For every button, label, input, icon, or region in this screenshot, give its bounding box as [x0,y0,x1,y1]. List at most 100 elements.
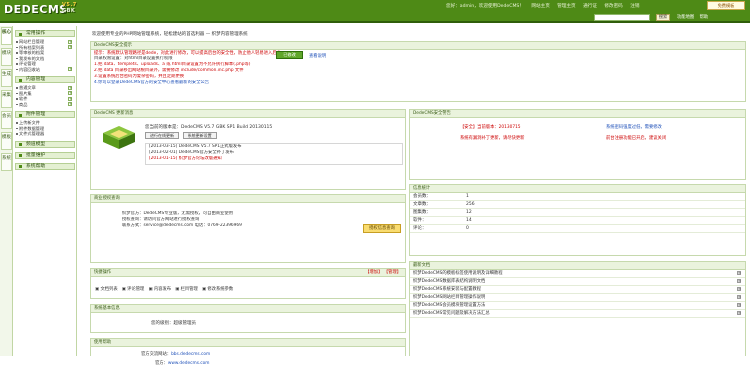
tab-collect[interactable]: 采集 [1,90,12,108]
tab-modules[interactable]: 模块 [1,48,12,66]
sidebar-item-label: 内容回收站 [19,66,40,72]
doc-row[interactable]: 织梦DedeCMS常见问题及解决方法汇总 ≡ [410,310,745,318]
usage-label: 官方： [155,361,168,366]
sidebar-item-label: 软件 [19,96,28,101]
update-settings-button[interactable]: 系统更新设置 [182,132,217,139]
sidebar-item-label: 评论管理 [19,61,36,66]
plus-icon[interactable]: + [68,45,72,49]
quick-item-label: 评论管理 [127,287,145,292]
tab-templates[interactable]: 模板 [1,132,12,150]
module-tabs: 核心 模块 生成 采集 会员 模板 系统 [0,26,13,356]
edit-icon[interactable]: ≡ [737,295,741,299]
edit-icon[interactable]: ≡ [737,287,741,291]
business-line: 联系方式：service@dedecms.com 电话：0769-2239696… [122,223,242,228]
security-warn-right-bottom[interactable]: 前台注册功能已开启，建议关闭 [606,135,666,141]
modified-button[interactable]: 已修改 [276,51,303,59]
free-template-button[interactable]: 免费模板 [707,1,745,10]
security-warn-left-top[interactable]: 【安全】当前版本：20130715 [460,124,521,130]
quick-item-label: 内容发布 [153,287,172,292]
quick-doc-list[interactable]: ▣ 文档列表 [95,287,118,292]
tab-system[interactable]: 系统 [1,153,12,171]
usage-row: 官方交流网站：bbs.dedecms.com [141,351,210,357]
plus-icon[interactable]: + [68,39,72,44]
doc-title[interactable]: 织梦DedeCMS网站栏目管理操作说明 [413,295,485,300]
quick-categories[interactable]: ▣ 栏目管理 [175,287,198,292]
edit-icon[interactable]: ≡ [737,303,741,307]
online-update-button[interactable]: 进行在线更新 [145,132,179,139]
tab-generate[interactable]: 生成 [1,69,12,87]
business-panel: 商业授权查询 织梦官方：DedeCMS专业版，无需授权，可自由商业使用 授权查询… [90,194,406,263]
tab-core[interactable]: 核心 [1,27,12,45]
nav-logout[interactable]: 注销 [630,4,639,9]
security-warn-left-bottom[interactable]: 系统有漏洞补丁更新，请尽快更新 [460,135,524,141]
doc-row[interactable]: 织梦DedeCMS网站栏目管理操作说明 ≡ [410,294,745,302]
stat-value: 256 [466,202,475,207]
stat-label: 文章数： [413,202,431,207]
plus-icon[interactable]: + [68,85,72,90]
update-info-panel: DedeCMS 更新消息 您当前的版本是：DedeCMS V5.7 GBK SP… [90,109,406,190]
sidebar-item-label: 普通文章 [19,85,36,90]
sidebar-section-help[interactable]: 系统帮助 [15,162,75,170]
nav-admin-home[interactable]: 管理主页 [557,4,575,9]
sidebar-item-recycle[interactable]: 内容回收站 + [14,67,76,73]
quick-system-params[interactable]: ▣ 修改系统参数 [202,287,233,292]
official-link[interactable]: www.dedecms.com [168,361,210,366]
sidebar-section-batch[interactable]: 批量维护 [15,151,75,159]
doc-title[interactable]: 织梦DedeCMS会员模块管理设置方法 [413,303,485,308]
view-instructions-link[interactable]: 查看说明 [309,53,326,59]
nav-site-home[interactable]: 网站主页 [531,4,549,9]
welcome-user: 您好：admin，欢迎使用DedeCMS！ [446,4,524,9]
plus-icon[interactable]: + [68,96,72,101]
sidebar-section-common[interactable]: 常用操作 [15,30,75,37]
quick-actions-label: 快捷操作 [94,270,112,275]
update-buttons: 进行在线更新 系统更新设置 [145,132,219,139]
function-map-link[interactable]: 功能地图 [677,15,694,20]
business-text: 织梦官方：DedeCMS专业版，无需授权，可自由商业使用 授权查询：请访问官方网… [119,211,359,229]
doc-row[interactable]: 织梦DedeCMS会员模块管理设置方法 ≡ [410,302,745,310]
sidebar-item-label: 所有档案列表 [19,44,45,50]
edit-icon[interactable]: ≡ [737,271,741,275]
doc-row[interactable]: 织梦DedeCMS的模板标签使用说明及详细教程 ≡ [410,270,745,278]
quick-actions-title: 快捷操作 【增加】 【管理】 [91,269,405,277]
sidebar-item-label: 等审核的档案 [19,50,45,55]
news-item[interactable]: [2013-01-15] 织梦官方论坛改版通知 [146,156,402,162]
sidebar-item-file-manager[interactable]: 文件式管理器 [14,131,76,137]
nav-change-password[interactable]: 修改密码 [604,4,622,9]
manage-link[interactable]: 【管理】 [384,270,401,275]
quick-comments[interactable]: ▣ 评论管理 [122,287,145,292]
plus-icon[interactable]: + [68,91,72,95]
search-input[interactable] [594,14,650,21]
dedecms-logo[interactable]: DEDECMS V5.7 GBK [4,3,76,17]
edit-icon[interactable]: ≡ [737,311,741,315]
add-link[interactable]: 【增加】 [365,270,382,275]
stat-value: 14 [466,218,472,223]
quick-publish[interactable]: ▣ 内容发布 [148,287,171,292]
system-info-panel: 系统基本信息 您的级别：超级管理员 [90,304,406,333]
user-level-value: 超级管理员 [173,321,197,326]
sidebar-section-channels[interactable]: 频道模型 [15,140,75,148]
usage-row: 官方：www.dedecms.com [155,360,209,366]
doc-title[interactable]: 织梦DedeCMS系统安装与配置教程 [413,287,481,292]
doc-row[interactable]: 织梦DedeCMS数据库表结构说明文档 ≡ [410,278,745,286]
edit-icon[interactable]: ≡ [737,279,741,283]
nav-passport[interactable]: 通行证 [583,4,597,9]
plus-icon[interactable]: + [68,102,72,106]
tab-members[interactable]: 会员 [1,111,12,129]
statistics-title: 信息统计 [410,185,745,193]
doc-row[interactable]: 织梦DedeCMS系统安装与配置教程 ≡ [410,286,745,294]
license-query-button[interactable]: 授权信息查询 [363,224,401,233]
doc-title[interactable]: 织梦DedeCMS的模板标签使用说明及详细教程 [413,271,503,276]
top-right-links: 功能地图 帮助 [677,14,708,20]
stat-value: 0 [466,226,469,231]
doc-title[interactable]: 织梦DedeCMS常见问题及解决方法汇总 [413,311,490,316]
doc-title[interactable]: 织梦DedeCMS数据库表结构说明文档 [413,279,485,284]
help-link[interactable]: 帮助 [700,15,709,20]
plus-icon[interactable]: + [68,67,72,71]
sidebar-item-products[interactable]: 商品 + [14,102,76,108]
sidebar-section-attachments[interactable]: 附件管理 [15,111,75,118]
security-warn-right-top[interactable]: 系统密码强度过低，需要修改 [606,124,662,130]
notice-line[interactable]: 4.你可以登录DedeCMS官方的安全中心查看最新的安全公告 [91,80,745,86]
sidebar-section-content[interactable]: 内容管理 [15,76,75,83]
bbs-link[interactable]: bbs.dedecms.com [171,352,210,357]
search-button[interactable]: 搜索 [656,14,670,21]
